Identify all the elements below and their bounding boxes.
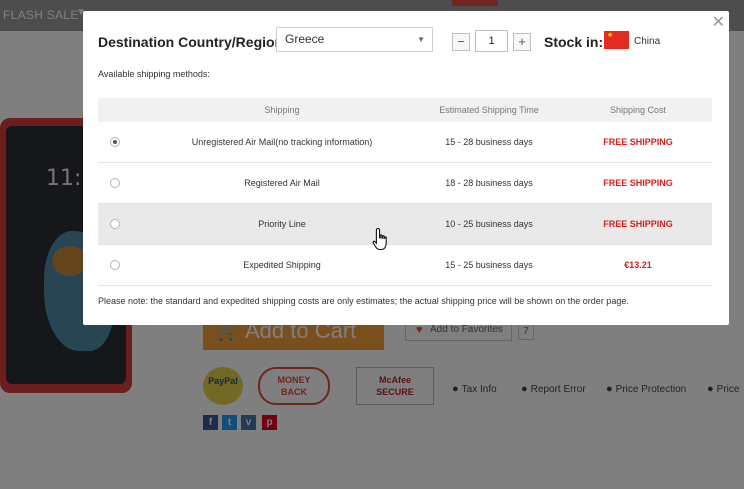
header-time: Estimated Shipping Time xyxy=(439,105,539,115)
shipping-radio[interactable] xyxy=(110,260,120,270)
shipping-radio[interactable] xyxy=(110,178,120,188)
table-row[interactable]: Registered Air Mail 18 - 28 business day… xyxy=(98,163,712,204)
method-name: Registered Air Mail xyxy=(244,178,320,188)
shipping-modal: ✕ Destination Country/Region: Greece ▼ −… xyxy=(83,11,729,325)
quantity-plus-button[interactable]: + xyxy=(513,33,531,51)
close-icon[interactable]: ✕ xyxy=(712,12,725,32)
method-time: 15 - 28 business days xyxy=(445,137,533,147)
country-value: Greece xyxy=(285,32,325,46)
flag-star-icon: ★ xyxy=(607,32,614,39)
shipping-table: Shipping Estimated Shipping Time Shippin… xyxy=(98,98,712,286)
table-header: Shipping Estimated Shipping Time Shippin… xyxy=(98,98,712,122)
method-time: 18 - 28 business days xyxy=(445,178,533,188)
stock-label: Stock in: xyxy=(544,34,604,50)
chevron-down-icon: ▼ xyxy=(417,35,425,44)
stock-country: China xyxy=(634,36,661,47)
hand-pointer-icon xyxy=(372,227,387,251)
destination-label: Destination Country/Region: xyxy=(98,34,288,50)
method-cost: FREE SHIPPING xyxy=(603,219,673,229)
header-cost: Shipping Cost xyxy=(609,105,667,115)
quantity-minus-button[interactable]: − xyxy=(452,33,470,51)
method-name: Expedited Shipping xyxy=(243,260,321,270)
table-row[interactable]: Priority Line 10 - 25 business days FREE… xyxy=(98,204,712,245)
available-methods-label: Available shipping methods: xyxy=(98,69,210,79)
table-row[interactable]: Expedited Shipping 15 - 25 business days… xyxy=(98,245,712,286)
header-radio-spacer xyxy=(98,98,150,122)
method-cost: FREE SHIPPING xyxy=(603,137,673,147)
header-shipping: Shipping xyxy=(264,105,300,115)
radio-cell xyxy=(98,163,150,203)
radio-cell xyxy=(98,245,150,285)
quantity-input[interactable]: 1 xyxy=(475,30,508,52)
method-cost: FREE SHIPPING xyxy=(603,178,673,188)
radio-cell xyxy=(98,122,150,162)
country-select[interactable]: Greece ▼ xyxy=(276,27,433,52)
method-name: Unregistered Air Mail(no tracking inform… xyxy=(191,137,373,147)
shipping-note: Please note: the standard and expedited … xyxy=(98,296,629,306)
shipping-radio[interactable] xyxy=(110,137,120,147)
method-time: 10 - 25 business days xyxy=(445,219,533,229)
radio-cell xyxy=(98,204,150,244)
table-row[interactable]: Unregistered Air Mail(no tracking inform… xyxy=(98,122,712,163)
china-flag-icon: ★ xyxy=(604,31,629,49)
method-cost: €13.21 xyxy=(624,260,652,270)
shipping-radio[interactable] xyxy=(110,219,120,229)
method-time: 15 - 25 business days xyxy=(445,260,533,270)
